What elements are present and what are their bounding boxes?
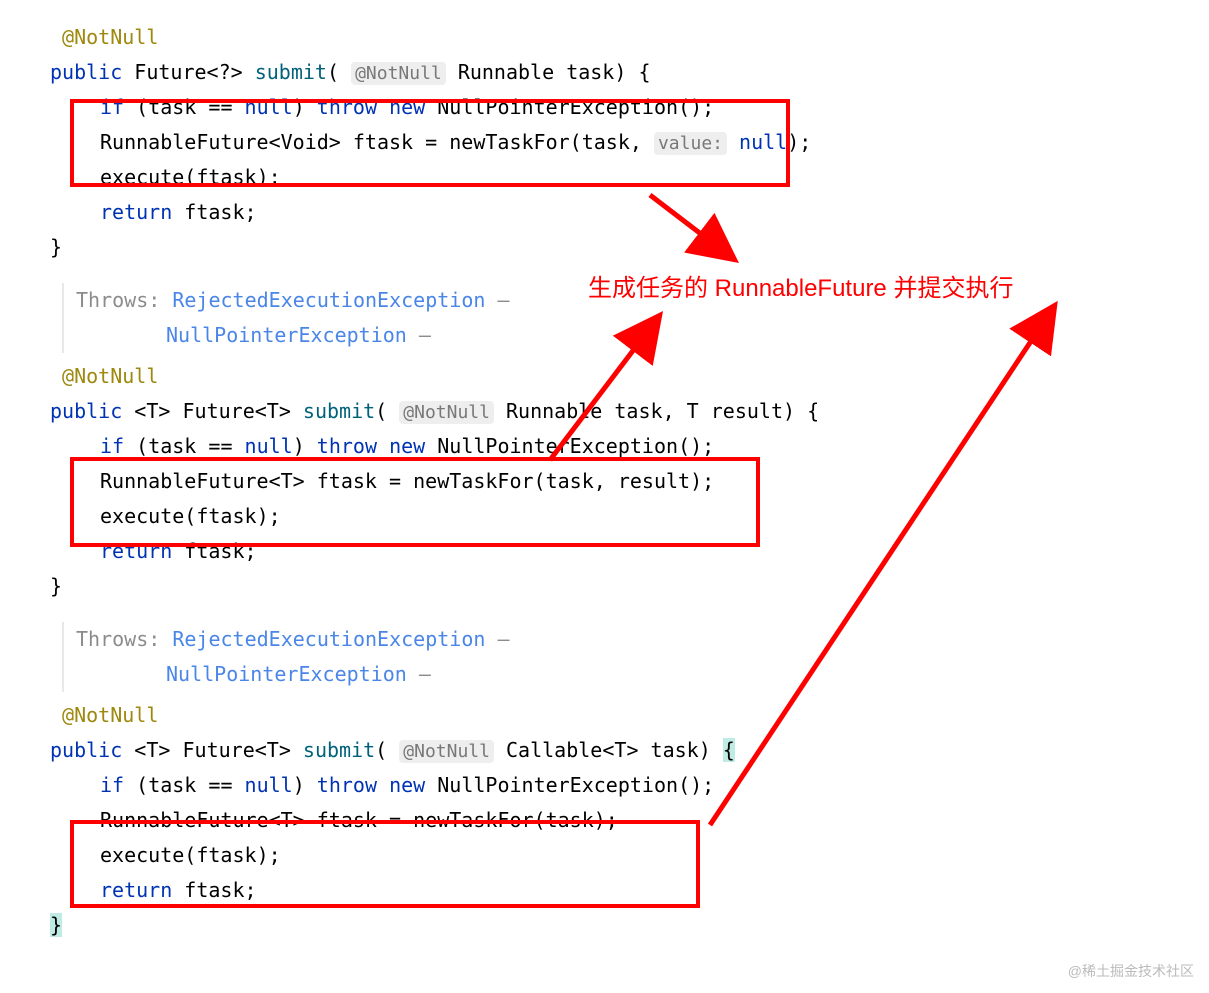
annotation-line: @NotNull [50, 698, 1159, 733]
execute-call: execute(ftask); [50, 160, 1159, 195]
ftask-assign: RunnableFuture<T> ftask = newTaskFor(tas… [50, 464, 1159, 499]
doc-link[interactable]: RejectedExecutionException [172, 627, 485, 651]
annotation-line: @NotNull [50, 20, 1159, 55]
null-check: if (task == null) throw new NullPointerE… [50, 90, 1159, 125]
param-hint: @NotNull [351, 62, 446, 85]
return-stmt: return ftask; [50, 534, 1159, 569]
execute-call: execute(ftask); [50, 499, 1159, 534]
return-stmt: return ftask; [50, 873, 1159, 908]
null-check: if (task == null) throw new NullPointerE… [50, 429, 1159, 464]
param-hint: @NotNull [399, 401, 494, 424]
close-brace: } [50, 908, 1159, 943]
close-brace: } [50, 230, 1159, 265]
javadoc-throws: Throws: RejectedExecutionException – Nul… [62, 622, 1159, 692]
annotation-line: @NotNull [50, 359, 1159, 394]
method-signature: public <T> Future<T> submit( @NotNull Ru… [50, 394, 1159, 429]
method-signature: public <T> Future<T> submit( @NotNull Ca… [50, 733, 1159, 768]
doc-link[interactable]: RejectedExecutionException [172, 288, 485, 312]
doc-link[interactable]: NullPointerException [166, 323, 407, 347]
code-editor: @NotNull public Future<?> submit( @NotNu… [50, 20, 1159, 943]
null-check: if (task == null) throw new NullPointerE… [50, 768, 1159, 803]
param-hint: @NotNull [399, 740, 494, 763]
close-brace: } [50, 569, 1159, 604]
execute-call: execute(ftask); [50, 838, 1159, 873]
method-signature: public Future<?> submit( @NotNull Runnab… [50, 55, 1159, 90]
doc-link[interactable]: NullPointerException [166, 662, 407, 686]
ftask-assign: RunnableFuture<Void> ftask = newTaskFor(… [50, 125, 1159, 160]
ftask-assign: RunnableFuture<T> ftask = newTaskFor(tas… [50, 803, 1159, 838]
return-stmt: return ftask; [50, 195, 1159, 230]
param-hint-value: value: [654, 132, 727, 155]
watermark: @稀土掘金技术社区 [1068, 959, 1194, 984]
notnull-annotation: @NotNull [62, 25, 158, 49]
javadoc-throws: Throws: RejectedExecutionException – Nul… [62, 283, 1159, 353]
